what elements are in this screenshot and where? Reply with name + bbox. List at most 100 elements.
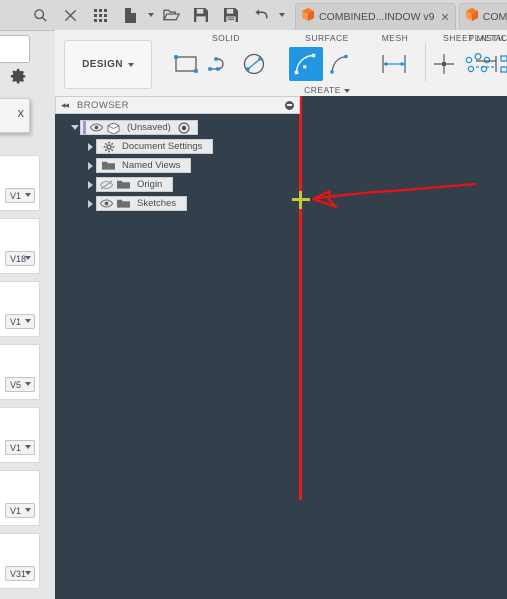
browser-item-chip[interactable]: Document Settings — [96, 139, 214, 154]
ribbon-separator — [425, 44, 426, 82]
browser-item-chip[interactable]: Sketches — [96, 196, 188, 211]
browser-item-chip[interactable]: Named Views — [96, 158, 192, 173]
document-tab-active[interactable]: COMBINED...INDOW v9 ✕ — [295, 3, 456, 30]
document-tab-label: COM — [482, 11, 507, 23]
ribbon-group-surface: SURFACE CREATE — [287, 30, 367, 96]
workspace-switcher-button[interactable]: DESIGN — [64, 40, 152, 89]
chevron-down-icon — [127, 62, 134, 67]
browser-root-row[interactable]: (Unsaved) — [55, 120, 300, 135]
browser-root-label: (Unsaved) — [127, 122, 171, 133]
chevron-right-icon[interactable] — [85, 158, 96, 173]
new-document-icon[interactable] — [115, 0, 145, 30]
gear-icon[interactable] — [8, 68, 28, 88]
minimize-icon[interactable] — [285, 100, 294, 110]
document-tab-inactive[interactable]: COM — [458, 3, 507, 30]
browser-panel: ◂◂ BROWSER (Unsaved) Document Settings N… — [55, 96, 300, 215]
chevron-down-icon — [25, 319, 31, 323]
save-icon[interactable] — [186, 0, 216, 30]
construction-axis-icon[interactable] — [427, 47, 461, 81]
version-card[interactable]: V18 — [0, 218, 40, 274]
version-card[interactable]: V1 — [0, 470, 40, 526]
component-icon — [106, 121, 121, 134]
chevron-right-icon[interactable] — [85, 177, 96, 192]
folder-icon — [101, 159, 116, 172]
chevron-down-icon — [25, 445, 31, 449]
fusion-cube-icon — [465, 8, 478, 26]
ribbon-create-dropdown[interactable]: CREATE — [287, 85, 367, 95]
dimension-icon[interactable] — [377, 47, 411, 81]
collapse-icon[interactable]: ◂◂ — [61, 100, 69, 111]
close-icon[interactable]: x — [18, 105, 25, 120]
chevron-down-icon[interactable] — [69, 120, 80, 135]
chevron-right-icon[interactable] — [85, 196, 96, 211]
sketch-rectangle-icon[interactable] — [169, 47, 203, 81]
ribbon-group-title: SOLID — [211, 33, 240, 43]
ribbon-create-label: CREATE — [304, 85, 341, 95]
chevron-down-icon — [25, 571, 31, 575]
version-card[interactable]: V31 — [0, 533, 40, 589]
sketch-arc-3point-icon[interactable] — [323, 47, 357, 81]
background-close-bar[interactable]: x — [0, 98, 30, 133]
version-card[interactable]: V1 — [0, 155, 40, 211]
chevron-down-icon — [25, 256, 31, 260]
undo-icon[interactable] — [246, 0, 276, 30]
browser-header: ◂◂ BROWSER — [55, 96, 300, 114]
open-folder-icon[interactable] — [156, 0, 186, 30]
save-as-icon[interactable] — [216, 0, 246, 30]
background-search-input[interactable] — [0, 35, 30, 63]
sketch-line-arc-icon[interactable] — [203, 47, 237, 81]
browser-item-document-settings[interactable]: Document Settings — [55, 139, 300, 154]
version-select[interactable]: V5 — [5, 377, 35, 392]
close-icon[interactable] — [55, 0, 85, 30]
chevron-down-icon — [343, 89, 350, 93]
document-tabs: COMBINED...INDOW v9 ✕ COM — [295, 0, 507, 30]
ribbon-group-mesh: MESH — [367, 30, 423, 96]
version-card[interactable]: V1 — [0, 407, 40, 463]
browser-item-chip[interactable]: Origin — [96, 177, 174, 192]
ribbon-toolbar: DESIGN SOLID SURFACE CREATE MESH SHEET M… — [55, 30, 507, 97]
browser-item-label: Sketches — [137, 198, 177, 209]
browser-item-sketches[interactable]: Sketches — [55, 196, 300, 211]
browser-title: BROWSER — [77, 99, 129, 111]
chevron-down-icon — [25, 508, 31, 512]
version-select[interactable]: V1 — [5, 188, 35, 203]
browser-tree: (Unsaved) Document Settings Named Views … — [55, 114, 300, 211]
search-icon[interactable] — [25, 0, 55, 30]
new-document-caret-icon[interactable] — [145, 0, 156, 30]
design-viewport[interactable]: ◂◂ BROWSER (Unsaved) Document Settings N… — [55, 96, 507, 599]
browser-item-label: Named Views — [122, 160, 181, 171]
version-select[interactable]: V18 — [5, 251, 35, 266]
ribbon-group-plastic: PLASTIC — [464, 30, 507, 96]
folder-icon — [116, 197, 131, 210]
version-select[interactable]: V31 — [5, 566, 35, 581]
top-toolbar: COMBINED...INDOW v9 ✕ COM — [0, 0, 507, 31]
eye-hidden-icon[interactable] — [99, 178, 114, 191]
browser-root-chip[interactable]: (Unsaved) — [80, 120, 198, 135]
eye-icon[interactable] — [89, 121, 104, 134]
sketch-arc-tool-icon[interactable] — [289, 47, 323, 81]
mirror-icon[interactable] — [474, 47, 507, 81]
version-select[interactable]: V1 — [5, 314, 35, 329]
grid-icon[interactable] — [85, 0, 115, 30]
version-card[interactable]: V5 — [0, 344, 40, 400]
gear-icon — [101, 140, 116, 153]
version-select[interactable]: V1 — [5, 503, 35, 518]
background-window: x V1 V18 V1 V5 V1 V1 V31 — [0, 0, 55, 599]
browser-item-origin[interactable]: Origin — [55, 177, 300, 192]
ribbon-group-title: MESH — [381, 33, 409, 43]
chevron-right-icon[interactable] — [85, 139, 96, 154]
ribbon-group-title: SURFACE — [305, 33, 349, 43]
workspace-label: DESIGN — [82, 59, 123, 70]
eye-icon[interactable] — [99, 197, 114, 210]
sketch-circle-icon[interactable] — [237, 47, 271, 81]
fusion-cube-icon — [302, 8, 314, 26]
close-icon[interactable]: ✕ — [441, 11, 450, 24]
timeline-marker — [83, 121, 86, 134]
ribbon-group-solid: SOLID — [165, 30, 287, 96]
activate-icon[interactable] — [178, 121, 191, 134]
version-card[interactable]: V1 — [0, 281, 40, 337]
browser-item-named-views[interactable]: Named Views — [55, 158, 300, 173]
version-select[interactable]: V1 — [5, 440, 35, 455]
undo-caret-icon[interactable] — [276, 0, 287, 30]
chevron-down-icon — [25, 382, 31, 386]
